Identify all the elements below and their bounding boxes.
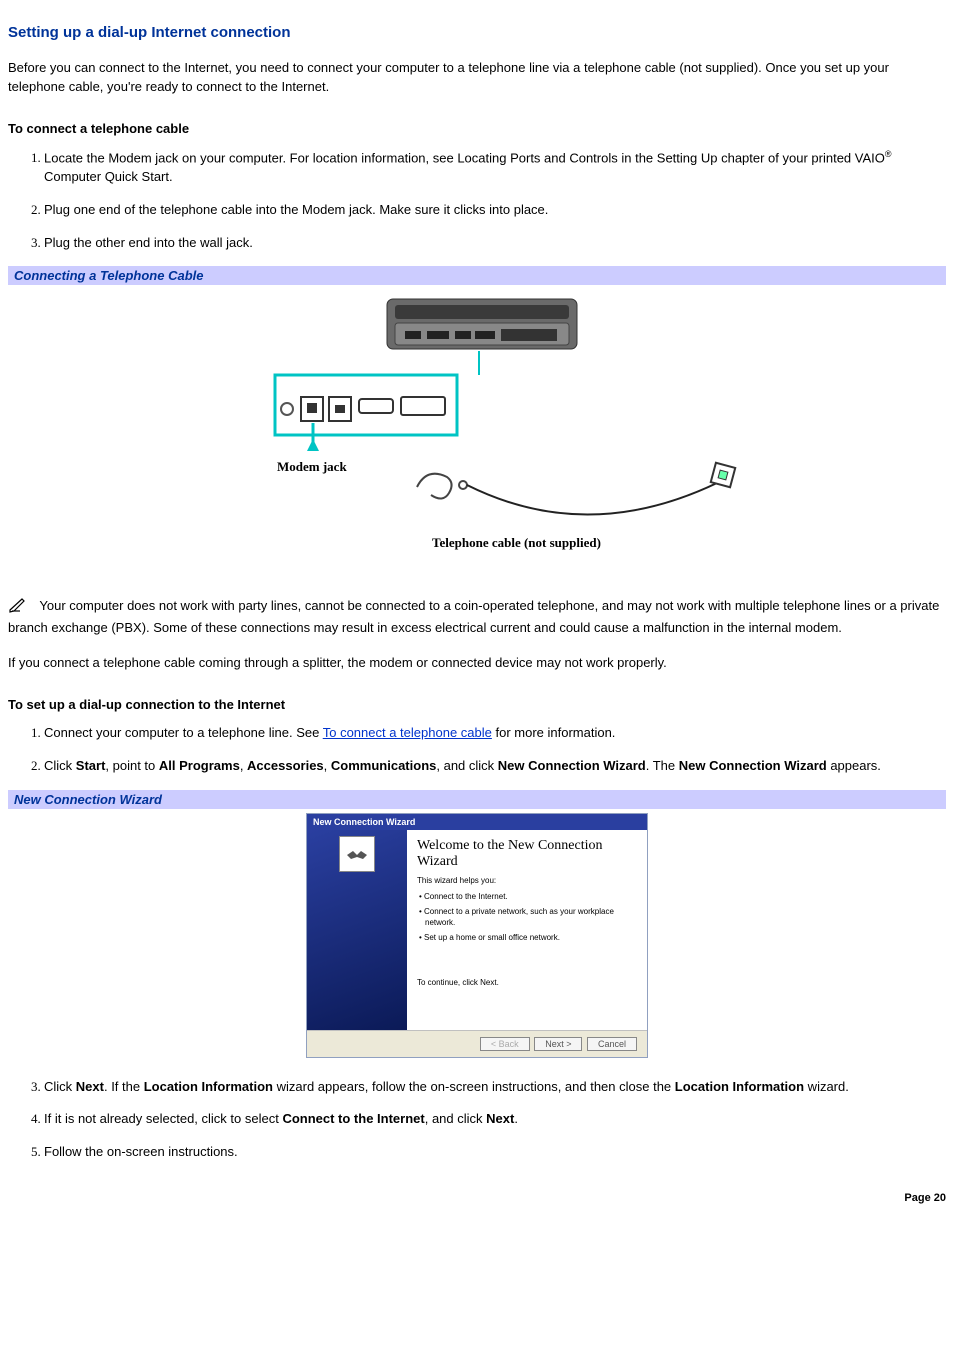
wizard-titlebar: New Connection Wizard [307,814,647,830]
d2-communications: Communications [331,758,436,773]
d2b: , point to [105,758,158,773]
d4a: If it is not already selected, click to … [44,1111,282,1126]
wizard-button-row: < Back Next > Cancel [307,1030,647,1057]
dialup-step-4: If it is not already selected, click to … [44,1110,946,1129]
d4-connect: Connect to the Internet [282,1111,424,1126]
d3-loc2: Location Information [675,1079,804,1094]
figure-caption-wizard: New Connection Wizard [8,790,946,809]
d2g: appears. [827,758,881,773]
d4-next: Next [486,1111,514,1126]
d1b: for more information. [492,725,616,740]
subheading-dialup: To set up a dial-up connection to the In… [8,697,946,712]
wizard-bullet-1: • Connect to the Internet. [417,891,637,902]
note-icon [8,597,28,619]
d3b: . If the [104,1079,144,1094]
wizard-subtext: This wizard helps you: [417,876,637,885]
dialup-step-2: Click Start, point to All Programs, Acce… [44,757,946,776]
label-modem-jack: Modem jack [277,459,347,474]
wizard-next-button[interactable]: Next > [534,1037,582,1051]
wizard-continue-text: To continue, click Next. [417,978,637,987]
d3-loc1: Location Information [144,1079,273,1094]
cable-diagram-svg: Modem jack Telephone cable (not supplied… [217,289,737,569]
d3d: wizard. [804,1079,849,1094]
subheading-connect-cable: To connect a telephone cable [8,121,946,136]
figure-caption-cable: Connecting a Telephone Cable [8,266,946,285]
wizard-back-button[interactable]: < Back [480,1037,530,1051]
step-3: Plug the other end into the wall jack. [44,234,946,253]
note-warning: Your computer does not work with party l… [8,597,946,638]
d2a: Click [44,758,76,773]
d2-wizard2: New Connection Wizard [679,758,827,773]
wizard-handshake-icon [339,836,375,872]
dialup-step-1: Connect your computer to a telephone lin… [44,724,946,743]
note-text: Your computer does not work with party l… [8,598,939,635]
d4c: . [514,1111,518,1126]
dialup-step-5: Follow the on-screen instructions. [44,1143,946,1162]
d4b: , and click [425,1111,486,1126]
steps-dialup: Connect your computer to a telephone lin… [8,724,946,776]
wizard-sidebar-graphic [307,830,407,1030]
page-title: Setting up a dial-up Internet connection [8,24,946,41]
d3c: wizard appears, follow the on-screen ins… [273,1079,675,1094]
d2-start: Start [76,758,106,773]
wizard-dialog: New Connection Wizard Welcome to the New… [306,813,648,1058]
wizard-bullet-2: • Connect to a private network, such as … [417,906,637,928]
step-1: Locate the Modem jack on your computer. … [44,148,946,187]
step-1-text-a: Locate the Modem jack on your computer. … [44,150,885,165]
intro-paragraph: Before you can connect to the Internet, … [8,59,946,97]
d2-accessories: Accessories [247,758,324,773]
wizard-cancel-button[interactable]: Cancel [587,1037,637,1051]
steps-connect-cable: Locate the Modem jack on your computer. … [8,148,946,253]
d3-next: Next [76,1079,104,1094]
link-connect-cable[interactable]: To connect a telephone cable [323,725,492,740]
d1a: Connect your computer to a telephone lin… [44,725,323,740]
steps-dialup-continued: Click Next. If the Location Information … [8,1078,946,1163]
wizard-bullet-3: • Set up a home or small office network. [417,932,637,943]
wizard-heading: Welcome to the New Connection Wizard [417,838,637,870]
page-number: Page 20 [0,1184,954,1212]
d2c: , [240,758,247,773]
splitter-paragraph: If you connect a telephone cable coming … [8,654,946,673]
d2d: , [324,758,331,773]
d3a: Click [44,1079,76,1094]
d2-wizard: New Connection Wizard [498,758,646,773]
step-2: Plug one end of the telephone cable into… [44,201,946,220]
figure-telephone-cable: Modem jack Telephone cable (not supplied… [8,289,946,569]
d2e: , and click [436,758,497,773]
step-1-text-b: Computer Quick Start. [44,169,173,184]
registered-mark: ® [885,149,892,159]
d2-allprograms: All Programs [159,758,240,773]
d2f: . The [646,758,679,773]
label-telephone-cable: Telephone cable (not supplied) [432,535,601,550]
dialup-step-3: Click Next. If the Location Information … [44,1078,946,1097]
